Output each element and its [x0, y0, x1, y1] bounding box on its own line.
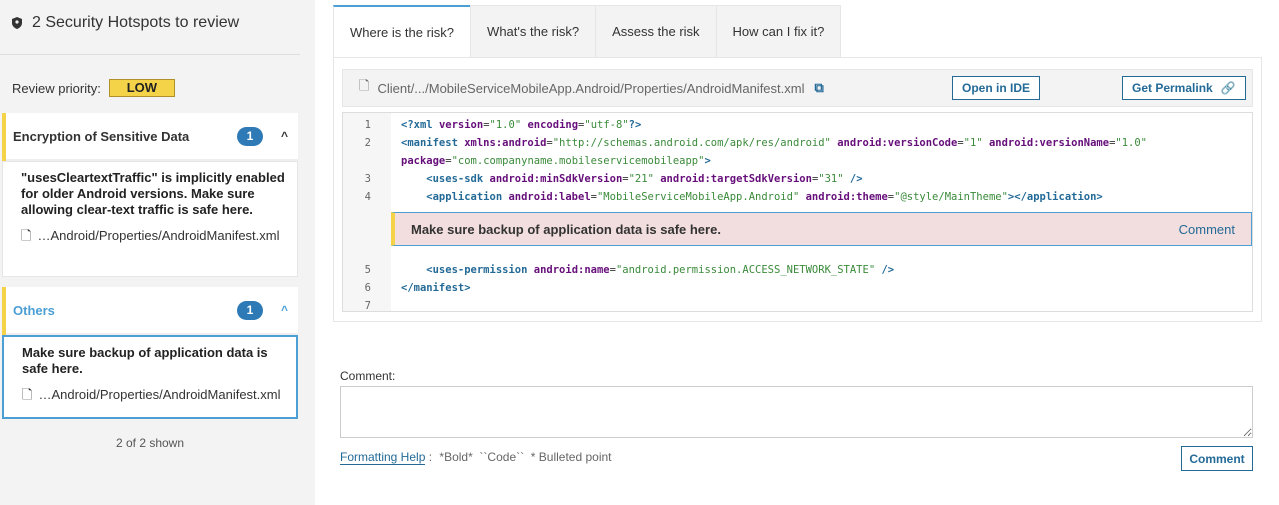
code-token: "utf-8": [584, 119, 629, 131]
code-source: <uses-sdk android:minSdkVersion="21" and…: [401, 170, 863, 188]
tab-where-is-the-risk[interactable]: Where is the risk?: [333, 5, 471, 58]
code-token: <application: [401, 191, 509, 203]
category-header[interactable]: Encryption of Sensitive Data 1 ^: [6, 113, 298, 161]
code-token: />: [843, 173, 863, 185]
shield-icon: [12, 17, 22, 29]
code-token: "1.0": [1115, 137, 1147, 149]
file-icon: 🗋: [22, 387, 33, 402]
line-number: 2: [364, 137, 371, 149]
code-token: "@style/MainTheme": [894, 191, 1008, 203]
code-token: "http://schemas.android.com/apk/res/andr…: [552, 137, 831, 149]
code-token: <uses-sdk: [401, 173, 490, 185]
code-token: package: [401, 155, 446, 167]
divider: [0, 54, 300, 55]
line-number: 3: [364, 173, 371, 185]
tab-how-can-i-fix-it[interactable]: How can I fix it?: [715, 5, 842, 58]
hotspot-message: "usesCleartextTraffic" is implicitly ena…: [21, 170, 285, 217]
code-token: ></application>: [1007, 191, 1103, 203]
review-priority: Review priority: LOW: [12, 79, 175, 97]
file-path: …Android/Properties/AndroidManifest.xml: [37, 228, 280, 243]
hotspot-list-item[interactable]: "usesCleartextTraffic" is implicitly ena…: [2, 161, 298, 277]
category-name: Others: [13, 302, 55, 318]
code-token: android:theme: [799, 191, 888, 203]
category-others: Others 1 ^ Make sure backup of applicati…: [2, 287, 298, 419]
code-token: </manifest>: [401, 282, 471, 294]
comment-input[interactable]: [340, 386, 1253, 438]
category-encryption: Encryption of Sensitive Data 1 ^ "usesCl…: [2, 113, 298, 277]
code-token: xmlns:android: [464, 137, 547, 149]
formatting-help-link[interactable]: Formatting Help: [340, 450, 426, 465]
category-header[interactable]: Others 1 ^: [6, 287, 298, 335]
code-token: "MobileServiceMobileApp.Android": [596, 191, 800, 203]
get-permalink-button[interactable]: Get Permalink 🔗: [1122, 76, 1246, 100]
chevron-up-icon[interactable]: ^: [281, 129, 288, 143]
separator: :: [428, 450, 433, 464]
review-priority-label: Review priority:: [12, 80, 101, 96]
line-number: 7: [364, 300, 371, 312]
sidebar-title: 2 Security Hotspots to review: [10, 14, 239, 32]
code-token: >: [704, 155, 711, 167]
sidebar: 2 Security Hotspots to review Review pri…: [0, 0, 315, 505]
hotspot-list-item-selected[interactable]: Make sure backup of application data is …: [2, 335, 298, 419]
tab-assess-the-risk[interactable]: Assess the risk: [595, 5, 716, 58]
shown-count: 2 of 2 shown: [115, 436, 185, 450]
comment-label: Comment:: [340, 369, 396, 383]
code-token: android:minSdkVersion: [489, 173, 623, 185]
code-token: <?xml: [401, 119, 439, 131]
code-token: />: [875, 264, 895, 276]
tab-bar: Where is the risk? What's the risk? Asse…: [333, 5, 842, 58]
tab-whats-the-risk[interactable]: What's the risk?: [470, 5, 596, 58]
formatting-help: Formatting Help : *Bold* ``Code`` * Bull…: [340, 450, 612, 465]
file-icon: 🗋: [21, 228, 32, 243]
file-path: …Android/Properties/AndroidManifest.xml: [38, 387, 281, 402]
comment-submit-button[interactable]: Comment: [1181, 446, 1253, 471]
code-token: <manifest: [401, 137, 465, 149]
code-token: android:versionName: [982, 137, 1110, 149]
hotspot-message: Make sure backup of application data is …: [22, 345, 268, 376]
code-token: android:versionCode: [830, 137, 958, 149]
category-name: Encryption of Sensitive Data: [13, 128, 190, 144]
code-source: <?xml version="1.0" encoding="utf-8"?>: [401, 116, 641, 134]
code-token: "21": [628, 173, 654, 185]
link-icon: 🔗: [1220, 81, 1236, 95]
count-badge: 1: [236, 126, 263, 146]
code-source: <application android:label="MobileServic…: [401, 188, 1103, 206]
code-source: package="com.companyname.mobileservicemo…: [401, 152, 711, 170]
code-token: "android.permission.ACCESS_NETWORK_STATE…: [615, 264, 876, 276]
code-source: </manifest>: [401, 279, 471, 297]
code-header: 🗋 Client/.../MobileServiceMobileApp.Andr…: [342, 69, 1253, 107]
code-token: "1": [963, 137, 983, 149]
code-token: <uses-permission: [401, 264, 534, 276]
line-number: 5: [364, 264, 371, 276]
hotspot-message: Make sure backup of application data is …: [411, 221, 721, 237]
code-token: encoding: [521, 119, 579, 131]
code-source: <manifest xmlns:android="http://schemas.…: [401, 134, 1147, 152]
hotspot-comment-link[interactable]: Comment: [1179, 222, 1235, 237]
code-token: android:targetSdkVersion: [653, 173, 812, 185]
line-number: 4: [364, 191, 371, 203]
hotspot-count-title: 2 Security Hotspots to review: [32, 14, 240, 31]
priority-badge: LOW: [108, 79, 175, 97]
code-token: version: [438, 119, 484, 131]
code-source: <uses-permission android:name="android.p…: [401, 261, 894, 279]
code-viewer: Make sure backup of application data is …: [342, 112, 1253, 312]
code-token: "31": [818, 173, 844, 185]
line-number: 6: [364, 282, 371, 294]
code-token: "com.companyname.mobileservicemobileapp": [451, 155, 705, 167]
code-token: android:label: [508, 191, 591, 203]
code-token: android:name: [533, 264, 610, 276]
chevron-up-icon[interactable]: ^: [281, 303, 288, 317]
formatting-hints: *Bold* ``Code`` * Bulleted point: [439, 450, 612, 464]
open-in-ide-button[interactable]: Open in IDE: [952, 76, 1041, 100]
code-token: "1.0": [489, 119, 522, 131]
file-icon: 🗋: [359, 78, 370, 93]
copy-path-icon[interactable]: ⧉: [814, 80, 823, 96]
code-panel: 🗋 Client/.../MobileServiceMobileApp.Andr…: [333, 57, 1262, 322]
count-badge: 1: [236, 300, 263, 320]
hotspot-marker[interactable]: Make sure backup of application data is …: [391, 212, 1252, 246]
line-number: 1: [364, 119, 371, 131]
file-path: Client/.../MobileServiceMobileApp.Androi…: [377, 80, 805, 96]
code-token: ?>: [628, 119, 642, 131]
